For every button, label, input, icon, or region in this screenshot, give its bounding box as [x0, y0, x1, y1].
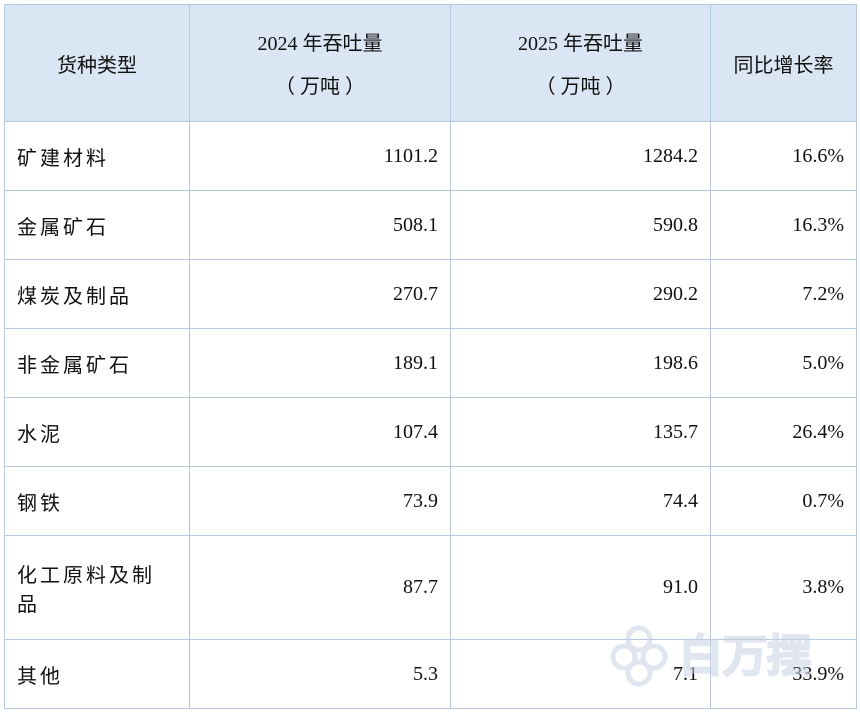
cargo-name: 其他: [4, 639, 190, 709]
throughput-2025: 198.6: [450, 328, 711, 398]
cargo-name: 水泥: [4, 397, 190, 467]
throughput-2024: 270.7: [189, 259, 451, 329]
table-row: 矿建材料 1101.2 1284.2 16.6%: [4, 121, 857, 191]
header-2025-throughput: 2025 年吞吐量 （ 万吨 ）: [450, 4, 711, 122]
throughput-2025: 7.1: [450, 639, 711, 709]
growth-rate: 33.9%: [710, 639, 857, 709]
header-row: 货种类型 2024 年吞吐量 （ 万吨 ） 2025 年吞吐量 （ 万吨 ） 同…: [4, 4, 857, 122]
growth-rate: 3.8%: [710, 535, 857, 640]
throughput-2025: 1284.2: [450, 121, 711, 191]
cargo-name: 化工原料及制品: [4, 535, 190, 640]
growth-rate: 0.7%: [710, 466, 857, 536]
throughput-2025: 290.2: [450, 259, 711, 329]
header-2024-throughput: 2024 年吞吐量 （ 万吨 ）: [189, 4, 451, 122]
cargo-name: 矿建材料: [4, 121, 190, 191]
header-cargo-type: 货种类型: [4, 4, 190, 122]
cargo-name: 钢铁: [4, 466, 190, 536]
growth-rate: 26.4%: [710, 397, 857, 467]
throughput-2024: 1101.2: [189, 121, 451, 191]
throughput-2024: 87.7: [189, 535, 451, 640]
throughput-2024: 189.1: [189, 328, 451, 398]
table-row: 钢铁 73.9 74.4 0.7%: [4, 466, 857, 536]
throughput-2024: 5.3: [189, 639, 451, 709]
throughput-2025: 74.4: [450, 466, 711, 536]
table-row: 非金属矿石 189.1 198.6 5.0%: [4, 328, 857, 398]
growth-rate: 5.0%: [710, 328, 857, 398]
cargo-name: 金属矿石: [4, 190, 190, 260]
header-2024-unit: （ 万吨 ）: [275, 76, 365, 98]
cargo-throughput-table: 货种类型 2024 年吞吐量 （ 万吨 ） 2025 年吞吐量 （ 万吨 ） 同…: [4, 4, 857, 709]
table-row: 化工原料及制品 87.7 91.0 3.8%: [4, 535, 857, 640]
throughput-2025: 135.7: [450, 397, 711, 467]
table-row: 水泥 107.4 135.7 26.4%: [4, 397, 857, 467]
table-row: 煤炭及制品 270.7 290.2 7.2%: [4, 259, 857, 329]
header-2025-unit: （ 万吨 ）: [535, 76, 626, 98]
growth-rate: 7.2%: [710, 259, 857, 329]
growth-rate: 16.3%: [710, 190, 857, 260]
throughput-2025: 590.8: [450, 190, 711, 260]
throughput-2024: 508.1: [189, 190, 451, 260]
cargo-name: 非金属矿石: [4, 328, 190, 398]
header-growth-rate: 同比增长率: [710, 4, 857, 122]
throughput-2024: 107.4: [189, 397, 451, 467]
table-row: 其他 5.3 7.1 33.9%: [4, 639, 857, 709]
cargo-name: 煤炭及制品: [4, 259, 190, 329]
table-row: 金属矿石 508.1 590.8 16.3%: [4, 190, 857, 260]
throughput-2025: 91.0: [450, 535, 711, 640]
throughput-2024: 73.9: [189, 466, 451, 536]
growth-rate: 16.6%: [710, 121, 857, 191]
